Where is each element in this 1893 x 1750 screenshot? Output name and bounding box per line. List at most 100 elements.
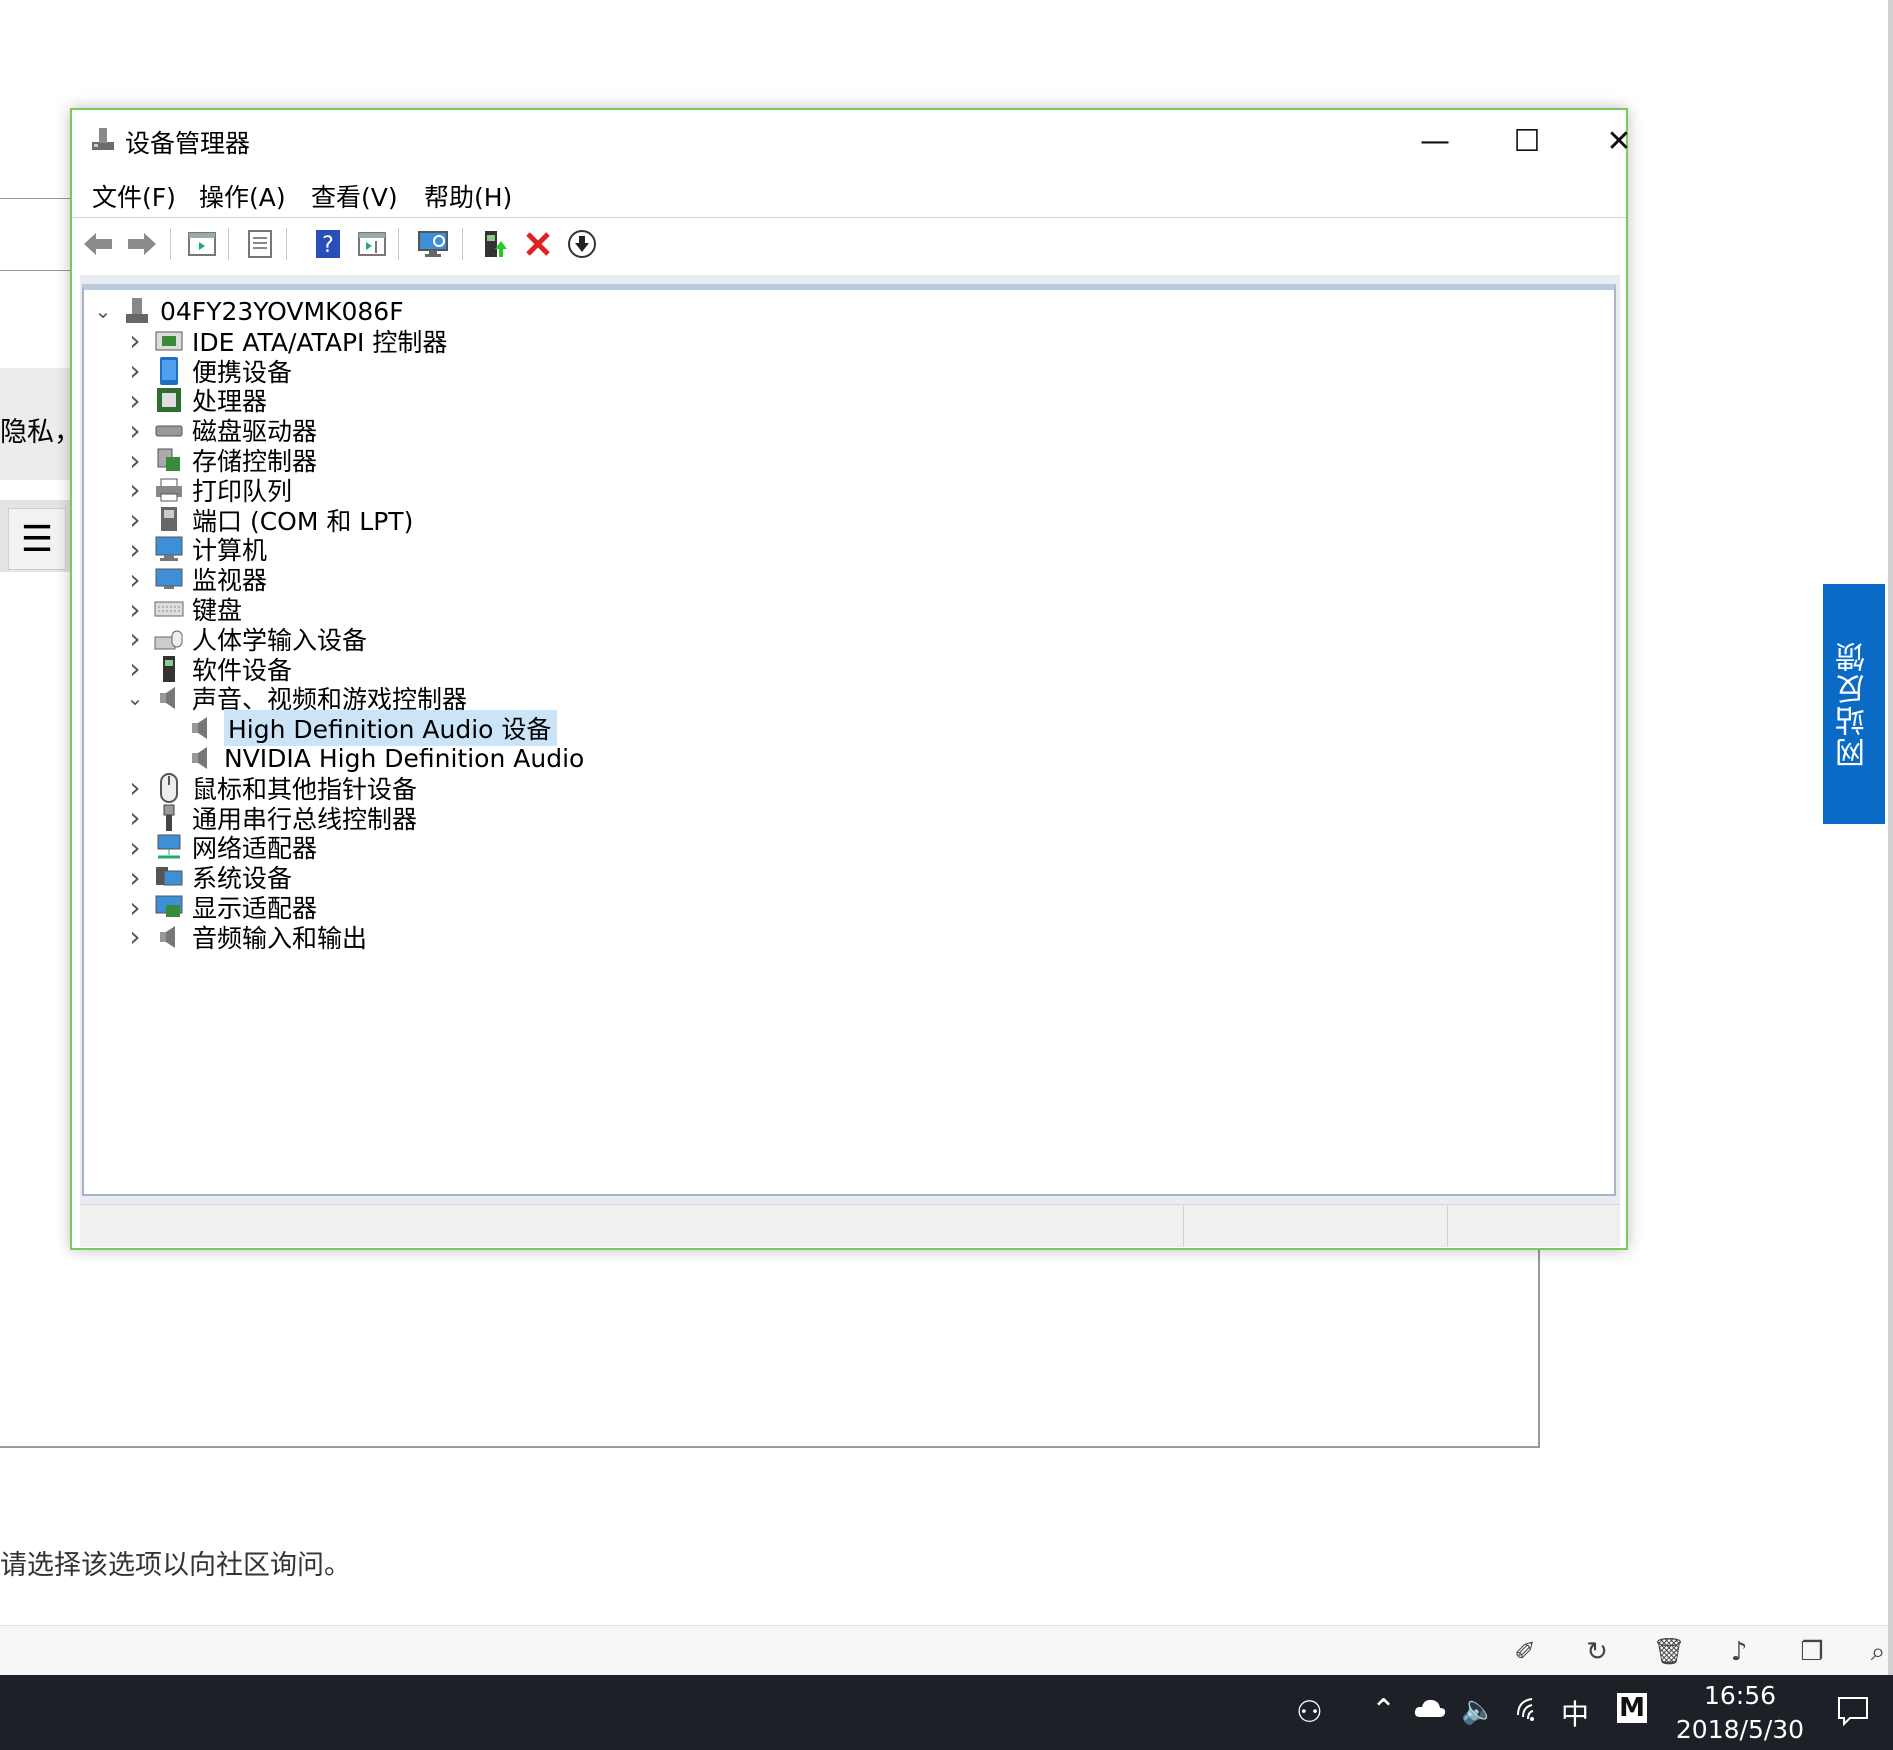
keyboard-icon <box>154 594 184 624</box>
usb-icon <box>154 803 184 833</box>
chevron-down-icon[interactable]: ⌄ <box>124 686 146 710</box>
speaker-icon <box>154 922 184 952</box>
taskbar: ⚇ ⌃ 🔈 中 M 16:56 2018/5/30 <box>0 1675 1893 1750</box>
chevron-right-icon[interactable]: › <box>124 593 146 626</box>
bg-divider-mid <box>0 270 70 271</box>
volume-icon[interactable]: 🔈 <box>1461 1693 1496 1726</box>
toolbar-separator <box>170 228 171 260</box>
chevron-right-icon[interactable]: › <box>124 324 146 357</box>
people-icon[interactable]: ⚇ <box>1296 1695 1323 1730</box>
wifi-icon[interactable] <box>1515 1693 1549 1727</box>
speaker-icon <box>186 713 216 743</box>
chevron-right-icon[interactable]: › <box>124 652 146 685</box>
storage-controller-icon <box>154 445 184 475</box>
properties-icon[interactable] <box>242 226 278 262</box>
toolbar-separator <box>462 228 463 260</box>
scan-hardware-icon[interactable] <box>416 226 452 262</box>
menu-help[interactable]: 帮助(H) <box>424 178 512 214</box>
sound-icon[interactable]: ♪ <box>1721 1634 1757 1670</box>
speaker-icon <box>154 683 184 713</box>
menu-view[interactable]: 查看(V) <box>311 178 398 214</box>
software-device-icon <box>154 654 184 684</box>
chevron-right-icon[interactable]: › <box>124 563 146 596</box>
toolbar-separator <box>228 228 229 260</box>
show-hidden-icons-button[interactable]: ⌃ <box>1371 1693 1396 1728</box>
clock-time: 16:56 <box>1703 1681 1777 1710</box>
page-scrollbar[interactable] <box>1888 0 1893 1675</box>
network-adapter-icon <box>154 832 184 862</box>
tree-node-label: 音频输入和输出 <box>192 923 368 953</box>
chevron-right-icon[interactable]: › <box>124 771 146 804</box>
disk-drive-icon <box>154 415 184 445</box>
refresh-icon[interactable]: ↻ <box>1579 1634 1615 1670</box>
window-icon[interactable]: ❐ <box>1794 1634 1830 1670</box>
delete-icon[interactable]: 🗑 <box>1651 1634 1687 1670</box>
chevron-right-icon[interactable]: › <box>124 503 146 536</box>
svg-text:?: ? <box>322 233 334 258</box>
uninstall-icon[interactable] <box>520 226 556 262</box>
window-title: 设备管理器 <box>125 129 251 158</box>
status-cell <box>1183 1205 1448 1247</box>
mouse-icon <box>154 772 184 803</box>
action-center-icon[interactable] <box>1836 1695 1870 1731</box>
menu-bar: 文件(F) 操作(A) 查看(V) 帮助(H) <box>72 172 1626 216</box>
bg-bottom-text: 请选择该选项以向社区询问。 <box>0 1550 351 1581</box>
chevron-right-icon[interactable]: › <box>124 831 146 864</box>
tree-node-label: NVIDIA High Definition Audio <box>224 743 585 773</box>
tree-node-label: 04FY23YOVMK086F <box>160 296 404 326</box>
port-icon <box>154 505 184 535</box>
minimize-button[interactable]: — <box>1400 118 1470 164</box>
device-manager-icon <box>92 128 114 150</box>
toolbar: ? <box>72 217 1626 270</box>
disable-device-icon[interactable] <box>564 226 600 262</box>
toolbar-separator <box>398 228 399 260</box>
processor-icon <box>154 385 184 415</box>
display-adapter-icon <box>154 892 184 922</box>
list-view-button[interactable]: ☰ <box>8 508 66 570</box>
portable-device-icon <box>154 356 184 386</box>
show-hide-tree-icon[interactable] <box>184 226 220 262</box>
ide-controller-icon <box>154 326 184 356</box>
tree-item[interactable]: › 音频输入和输出 <box>124 920 367 954</box>
chevron-right-icon[interactable]: › <box>124 920 146 953</box>
list-icon: ☰ <box>20 518 54 560</box>
title-bar[interactable]: 设备管理器 — ☐ ✕ <box>72 110 1632 170</box>
pin-icon[interactable]: ✐ <box>1507 1634 1543 1670</box>
chevron-right-icon[interactable]: › <box>124 444 146 477</box>
chevron-right-icon[interactable]: › <box>124 622 146 655</box>
chevron-down-icon[interactable]: ⌄ <box>92 299 114 323</box>
update-driver-icon[interactable] <box>476 226 512 262</box>
chevron-right-icon[interactable]: › <box>124 384 146 417</box>
status-bar <box>80 1204 1620 1247</box>
help-icon[interactable]: ? <box>310 226 346 262</box>
action-pane-icon[interactable] <box>354 226 390 262</box>
menu-action[interactable]: 操作(A) <box>199 178 286 214</box>
ime-indicator[interactable]: 中 <box>1561 1693 1589 1733</box>
chevron-right-icon[interactable]: › <box>124 414 146 447</box>
ime-mode-indicator[interactable]: M <box>1617 1693 1647 1723</box>
clock[interactable]: 16:56 2018/5/30 <box>1670 1679 1810 1747</box>
feedback-tab[interactable]: 网站反馈 <box>1823 584 1885 824</box>
monitor-icon <box>154 564 184 594</box>
maximize-button[interactable]: ☐ <box>1492 118 1562 164</box>
chevron-right-icon[interactable]: › <box>124 891 146 924</box>
menu-file[interactable]: 文件(F) <box>92 178 176 214</box>
back-icon[interactable] <box>80 226 116 262</box>
onedrive-icon[interactable] <box>1412 1695 1448 1725</box>
bg-box-right <box>1538 1250 1540 1447</box>
hid-icon <box>154 624 184 654</box>
chevron-right-icon[interactable]: › <box>124 473 146 506</box>
forward-icon[interactable] <box>124 226 160 262</box>
chevron-right-icon[interactable]: › <box>124 354 146 387</box>
close-button[interactable]: ✕ <box>1584 118 1654 164</box>
chevron-right-icon[interactable]: › <box>124 533 146 566</box>
printer-icon <box>154 475 184 505</box>
device-tree[interactable]: ⌄ 04FY23YOVMK086F › IDE ATA/ATAPI 控制器 › 便携设备 ›… <box>82 284 1616 1196</box>
speaker-icon <box>186 743 216 773</box>
computer-root-icon <box>122 296 152 326</box>
bg-box-bottom <box>0 1446 1540 1448</box>
chevron-right-icon[interactable]: › <box>124 861 146 894</box>
chevron-right-icon[interactable]: › <box>124 801 146 834</box>
